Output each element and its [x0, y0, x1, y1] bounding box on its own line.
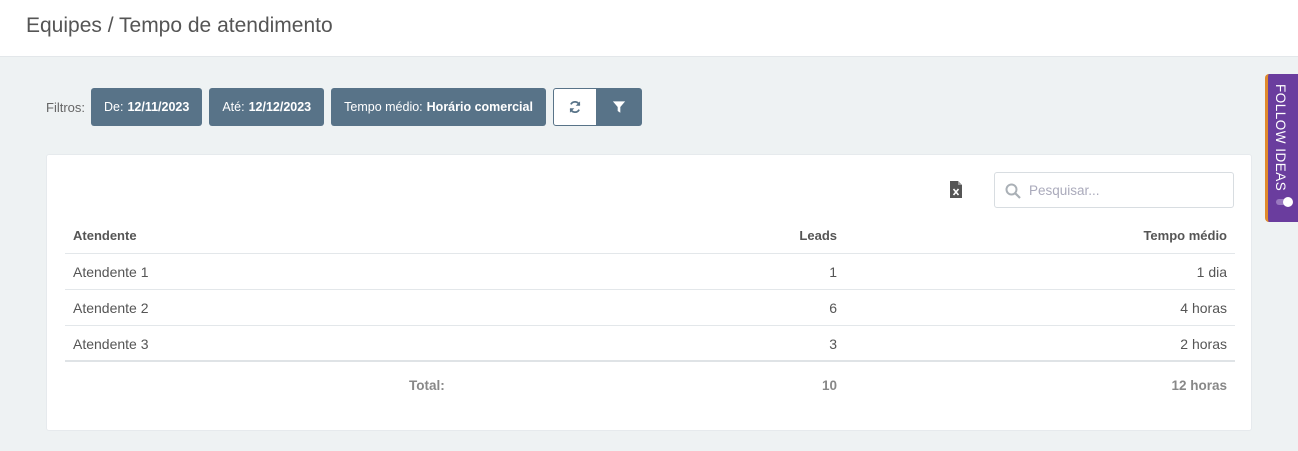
- search-input[interactable]: [1029, 173, 1229, 207]
- date-from-value: 12/11/2023: [127, 100, 190, 114]
- table-row: Atendente 1 1 1 dia: [65, 254, 1235, 290]
- header-leads[interactable]: Leads: [799, 217, 837, 254]
- cell-tempo: 1 dia: [1196, 264, 1227, 280]
- attendance-table: Atendente Leads Tempo médio Atendente 1 …: [65, 217, 1235, 410]
- page-header: Equipes / Tempo de atendimento: [0, 0, 1298, 57]
- filter-actions: [552, 88, 642, 126]
- date-from-label: De:: [104, 100, 124, 114]
- cell-atendente: Atendente 3: [73, 336, 149, 352]
- cell-leads: 3: [829, 336, 837, 352]
- date-to-value: 12/12/2023: [248, 100, 312, 114]
- average-time-chip[interactable]: Tempo médio: Horário comercial: [331, 88, 546, 126]
- search-icon: [1005, 183, 1021, 199]
- table-total-row: Total: 10 12 horas: [65, 362, 1235, 410]
- search-box: [994, 172, 1234, 208]
- header-tempo-medio[interactable]: Tempo médio: [1143, 217, 1227, 254]
- cell-atendente: Atendente 2: [73, 300, 149, 316]
- total-time: 12 horas: [1171, 378, 1227, 393]
- date-to-chip[interactable]: Até: 12/12/2023: [209, 88, 325, 126]
- date-to-label: Até:: [222, 100, 245, 114]
- excel-file-icon[interactable]: [949, 181, 963, 199]
- total-label: Total:: [409, 378, 445, 393]
- filters-label: Filtros:: [46, 99, 85, 115]
- filters-bar: Filtros: De: 12/11/2023 Até: 12/12/2023 …: [46, 88, 642, 126]
- follow-ideas-label: FOLLOW IDEAS: [1273, 84, 1288, 192]
- refresh-button[interactable]: [552, 88, 597, 126]
- toggle-icon: [1276, 197, 1293, 207]
- header-atendente[interactable]: Atendente: [73, 217, 137, 254]
- average-time-value: Horário comercial: [426, 100, 533, 114]
- report-panel: Atendente Leads Tempo médio Atendente 1 …: [46, 154, 1252, 431]
- total-leads: 10: [821, 378, 837, 393]
- cell-leads: 6: [829, 300, 837, 316]
- table-header: Atendente Leads Tempo médio: [65, 217, 1235, 254]
- average-time-label: Tempo médio:: [344, 100, 423, 114]
- cell-leads: 1: [829, 264, 837, 280]
- cell-atendente: Atendente 1: [73, 264, 149, 280]
- filter-button[interactable]: [596, 88, 642, 126]
- refresh-icon: [569, 100, 581, 114]
- cell-tempo: 2 horas: [1180, 336, 1227, 352]
- cell-tempo: 4 horas: [1180, 300, 1227, 316]
- table-row: Atendente 2 6 4 horas: [65, 290, 1235, 326]
- filter-funnel-icon: [613, 101, 626, 113]
- page-title: Equipes / Tempo de atendimento: [26, 14, 333, 37]
- date-from-chip[interactable]: De: 12/11/2023: [91, 88, 203, 126]
- follow-ideas-widget[interactable]: FOLLOW IDEAS: [1265, 74, 1298, 222]
- table-row: Atendente 3 3 2 horas: [65, 326, 1235, 362]
